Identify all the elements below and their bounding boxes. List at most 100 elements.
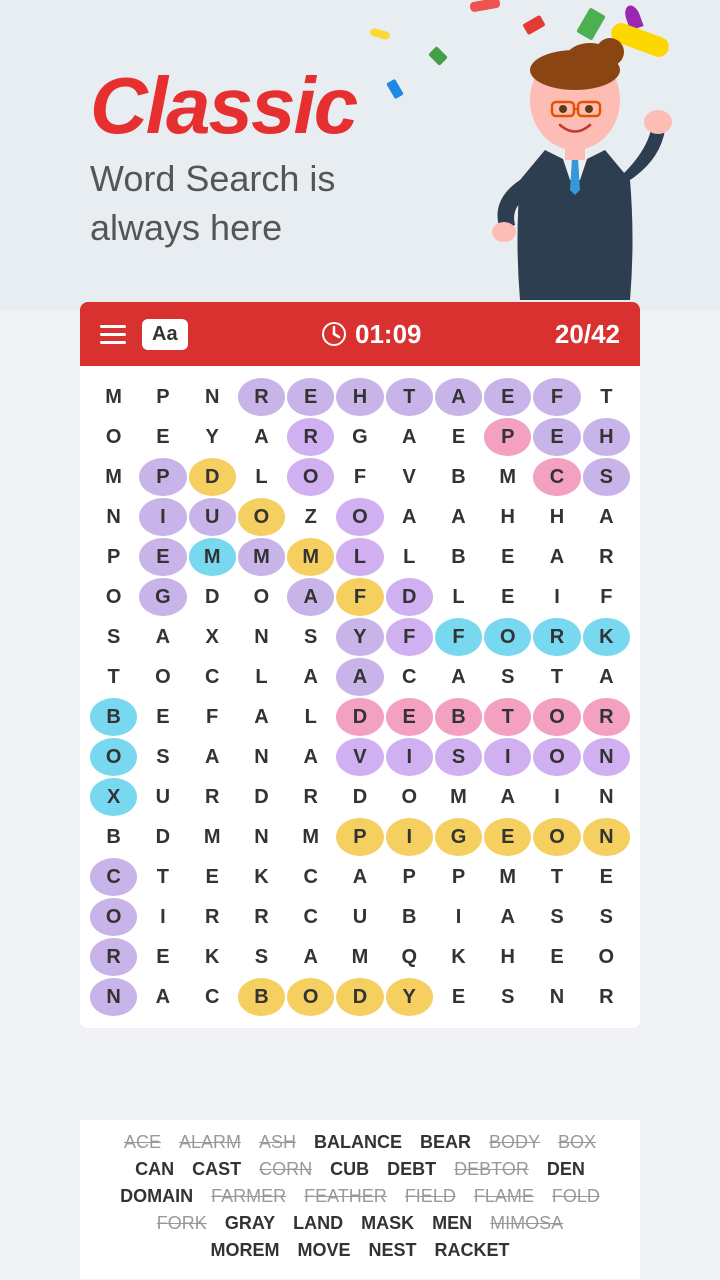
grid-cell[interactable]: E (139, 938, 186, 976)
grid-cell[interactable]: S (583, 898, 630, 936)
grid-cell[interactable]: O (90, 898, 137, 936)
word-item[interactable]: BOX (558, 1132, 596, 1153)
grid-cell[interactable]: D (189, 458, 236, 496)
grid-cell[interactable]: M (435, 778, 482, 816)
grid-cell[interactable]: B (238, 978, 285, 1016)
word-item[interactable]: ASH (259, 1132, 296, 1153)
grid-cell[interactable]: D (189, 578, 236, 616)
grid-cell[interactable]: T (90, 658, 137, 696)
grid-cell[interactable]: L (336, 538, 383, 576)
grid-cell[interactable]: P (139, 378, 186, 416)
grid-cell[interactable]: O (583, 938, 630, 976)
grid-cell[interactable]: B (435, 698, 482, 736)
grid-cell[interactable]: A (484, 778, 531, 816)
grid-cell[interactable]: L (287, 698, 334, 736)
grid-cell[interactable]: P (139, 458, 186, 496)
word-item[interactable]: MOVE (297, 1240, 350, 1261)
word-item[interactable]: FEATHER (304, 1186, 387, 1207)
grid-cell[interactable]: C (90, 858, 137, 896)
grid-cell[interactable]: A (484, 898, 531, 936)
grid-cell[interactable]: Y (336, 618, 383, 656)
grid-cell[interactable]: S (533, 898, 580, 936)
grid-cell[interactable]: D (336, 978, 383, 1016)
grid-cell[interactable]: T (386, 378, 433, 416)
grid-cell[interactable]: I (386, 738, 433, 776)
word-item[interactable]: DEN (547, 1159, 585, 1180)
grid-cell[interactable]: S (287, 618, 334, 656)
word-item[interactable]: CAN (135, 1159, 174, 1180)
grid-cell[interactable]: A (139, 618, 186, 656)
grid-cell[interactable]: S (484, 978, 531, 1016)
grid-cell[interactable]: E (189, 858, 236, 896)
grid-cell[interactable]: I (435, 898, 482, 936)
grid-cell[interactable]: A (336, 858, 383, 896)
grid-cell[interactable]: E (139, 698, 186, 736)
grid-cell[interactable]: O (238, 578, 285, 616)
grid-cell[interactable]: T (484, 698, 531, 736)
grid-cell[interactable]: A (238, 418, 285, 456)
grid-cell[interactable]: M (189, 818, 236, 856)
grid-cell[interactable]: K (583, 618, 630, 656)
grid-cell[interactable]: L (386, 538, 433, 576)
grid-cell[interactable]: F (435, 618, 482, 656)
grid-cell[interactable]: M (484, 858, 531, 896)
grid-cell[interactable]: T (583, 378, 630, 416)
grid-cell[interactable]: R (189, 778, 236, 816)
grid-cell[interactable]: M (189, 538, 236, 576)
grid-cell[interactable]: S (484, 658, 531, 696)
grid-cell[interactable]: E (139, 538, 186, 576)
grid-cell[interactable]: G (435, 818, 482, 856)
word-item[interactable]: DEBTOR (454, 1159, 529, 1180)
grid-cell[interactable]: U (139, 778, 186, 816)
grid-cell[interactable]: L (238, 658, 285, 696)
grid-cell[interactable]: Y (189, 418, 236, 456)
grid-cell[interactable]: B (386, 898, 433, 936)
table-row[interactable]: BDMNMPIGEON (90, 818, 630, 856)
grid-cell[interactable]: E (484, 578, 531, 616)
grid-cell[interactable]: Z (287, 498, 334, 536)
grid-cell[interactable]: A (435, 498, 482, 536)
grid-cell[interactable]: O (90, 418, 137, 456)
grid-cell[interactable]: E (435, 978, 482, 1016)
grid-cell[interactable]: M (336, 938, 383, 976)
table-row[interactable]: SAXNSYFFORK (90, 618, 630, 656)
grid-cell[interactable]: B (435, 458, 482, 496)
grid-cell[interactable]: X (90, 778, 137, 816)
grid-cell[interactable]: P (90, 538, 137, 576)
table-row[interactable]: OEYARGAEPEH (90, 418, 630, 456)
grid-cell[interactable]: U (189, 498, 236, 536)
grid-cell[interactable]: G (336, 418, 383, 456)
table-row[interactable]: NIUOZOAAHHA (90, 498, 630, 536)
table-row[interactable]: CTEKCAPPMTE (90, 858, 630, 896)
grid-cell[interactable]: F (336, 578, 383, 616)
grid-cell[interactable]: F (386, 618, 433, 656)
grid-cell[interactable]: Y (386, 978, 433, 1016)
grid-cell[interactable]: C (287, 898, 334, 936)
grid-cell[interactable]: D (336, 698, 383, 736)
grid-cell[interactable]: O (238, 498, 285, 536)
grid-cell[interactable]: R (287, 418, 334, 456)
grid-cell[interactable]: O (287, 978, 334, 1016)
grid-cell[interactable]: A (435, 658, 482, 696)
word-item[interactable]: LAND (293, 1213, 343, 1234)
grid-cell[interactable]: E (435, 418, 482, 456)
grid-cell[interactable]: H (583, 418, 630, 456)
grid-cell[interactable]: S (435, 738, 482, 776)
table-row[interactable]: REKSAMQKHEO (90, 938, 630, 976)
grid-cell[interactable]: M (287, 538, 334, 576)
word-item[interactable]: BODY (489, 1132, 540, 1153)
grid-cell[interactable]: R (90, 938, 137, 976)
grid-cell[interactable]: O (90, 578, 137, 616)
word-item[interactable]: BALANCE (314, 1132, 402, 1153)
table-row[interactable]: MPDLOFVBMCS (90, 458, 630, 496)
word-item[interactable]: BEAR (420, 1132, 471, 1153)
word-item[interactable]: RACKET (435, 1240, 510, 1261)
word-item[interactable]: MIMOSA (490, 1213, 563, 1234)
grid-cell[interactable]: K (435, 938, 482, 976)
word-item[interactable]: FARMER (211, 1186, 286, 1207)
table-row[interactable]: BEFALDEBTOR (90, 698, 630, 736)
grid-cell[interactable]: D (336, 778, 383, 816)
grid-cell[interactable]: R (287, 778, 334, 816)
grid-cell[interactable]: E (533, 418, 580, 456)
table-row[interactable]: NACBODYESNR (90, 978, 630, 1016)
